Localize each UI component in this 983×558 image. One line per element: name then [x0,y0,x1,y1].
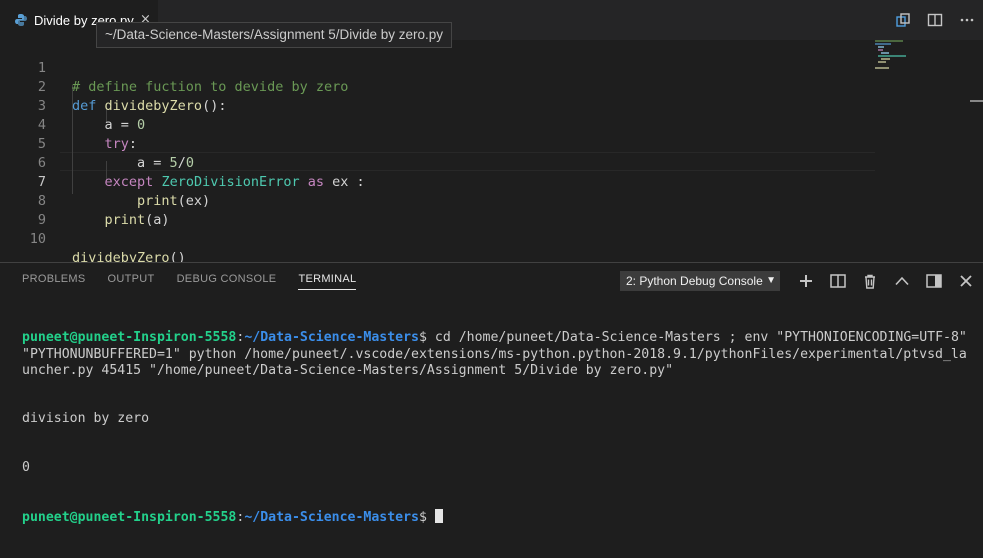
terminal-output[interactable]: puneet@puneet-Inspiron-5558:~/Data-Scien… [22,298,972,558]
minimap-line [881,58,890,60]
tab-output[interactable]: OUTPUT [108,273,155,290]
tab-terminal[interactable]: TERMINAL [298,273,357,290]
prompt-end: $ [419,330,435,346]
terminal-select-value: 2: Python Debug Console [626,274,763,288]
split-editor-icon[interactable] [919,0,951,40]
terminal-output-line: 0 [22,460,30,476]
tab-problems[interactable]: PROBLEMS [22,273,86,290]
tab-debug-console[interactable]: DEBUG CONSOLE [177,273,277,290]
code-line: 9 [0,192,870,228]
terminal-select[interactable]: 2: Python Debug Console ▼ [620,271,780,291]
minimap-line [875,67,889,69]
editor-actions [887,0,983,40]
scrollbar-marker[interactable] [970,100,983,102]
file-path-tooltip: ~/Data-Science-Masters/Assignment 5/Divi… [96,22,453,48]
code-line: 8 print(a) [0,173,870,228]
prompt-path: ~/Data-Science-Masters [244,330,419,346]
line-number: 10 [29,231,46,247]
chevron-down-icon: ▼ [763,271,776,291]
minimap-line [878,55,906,57]
prompt-path: ~/Data-Science-Masters [244,509,419,525]
code-line: 10 dividebyZero() [0,211,870,266]
code-line: 2 def dividebyZero(): [0,59,870,114]
toggle-panel-icon[interactable] [918,269,950,293]
python-file-icon [15,14,27,26]
bottom-panel: PROBLEMS OUTPUT DEBUG CONSOLE TERMINAL 2… [0,262,983,525]
minimap-line [875,43,891,45]
trash-icon[interactable] [854,269,886,293]
split-terminal-icon[interactable] [822,269,854,293]
prompt-end: $ [419,509,435,525]
code-line: 6 except ZeroDivisionError as ex : [0,135,870,190]
minimap-line [875,40,903,42]
minimap-line [878,46,884,48]
code-line: 4 try: [0,97,870,152]
minimap-line [878,61,886,63]
code-line: 5 a = 5/0 [0,116,870,171]
more-actions-icon[interactable] [951,0,983,40]
code-line: 3 a = 0 [0,78,870,133]
open-changes-icon[interactable] [887,0,919,40]
add-terminal-icon[interactable] [790,269,822,293]
code-editor[interactable]: 1 # define fuction to devide by zero 2 d… [0,40,983,266]
prompt-user: puneet@puneet-Inspiron-5558 [22,509,237,525]
minimap-line [881,52,889,54]
terminal-prompt-line: puneet@puneet-Inspiron-5558:~/Data-Scien… [22,508,972,526]
minimap[interactable] [873,40,973,260]
prompt-user: puneet@puneet-Inspiron-5558 [22,330,237,346]
terminal-command-line: puneet@puneet-Inspiron-5558:~/Data-Scien… [22,330,972,379]
code-line-current: 7 print(ex) [0,154,870,209]
close-panel-icon[interactable] [950,269,982,293]
terminal-cursor [434,508,443,523]
minimap-line [878,49,883,51]
prompt-separator: : [236,509,245,525]
panel-actions [790,269,982,293]
maximize-panel-icon[interactable] [886,269,918,293]
panel-tabs: PROBLEMS OUTPUT DEBUG CONSOLE TERMINAL [22,273,378,290]
terminal-output-line: division by zero [22,411,150,427]
